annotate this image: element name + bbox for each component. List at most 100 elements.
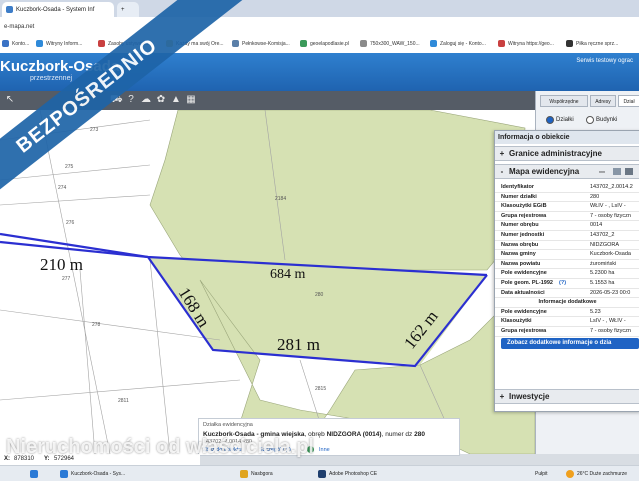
bookmark-icon	[300, 40, 307, 47]
folder-icon	[240, 469, 248, 478]
parcel-number-label: 278	[92, 322, 101, 328]
row-key: Identyfikator	[501, 184, 535, 190]
radio-unchecked-icon	[586, 116, 594, 124]
row-key: Pole geom. PL-1992	[501, 280, 553, 286]
row-value: WŁIV - , LsIV -	[590, 203, 626, 210]
dimension-label: 281 m	[277, 335, 320, 354]
bookmark-icon	[498, 40, 505, 47]
truck-icon[interactable]: ⛟	[110, 94, 123, 106]
row-value: 280	[590, 193, 600, 200]
plus-icon: +	[121, 6, 125, 13]
bookmark-item[interactable]: Pełnkowse-Komisja...	[232, 40, 290, 47]
row-key: Numer działki	[501, 193, 537, 200]
browser-tab-bar: Kuczbork-Osada - System Inf +	[0, 0, 639, 17]
info-row: Numer działki 280	[495, 193, 639, 203]
bookmarks-bar: Konto... Witryny Inform... Zasoby ustywa…	[0, 37, 639, 54]
bookmark-label: Zasoby ustywania...	[108, 40, 153, 47]
info-row: Data aktualności 2026-05-23 00:0	[495, 289, 639, 299]
info-row: Pole ewidencyjne 5.23	[495, 308, 639, 318]
row-value: NIDZGORA	[590, 241, 620, 248]
taskbar-item-label: Pułpit	[535, 470, 548, 477]
row-key: Nazwa powiatu	[501, 260, 541, 267]
info-row: Pole geom. PL-1992 5.1553 ha (?)	[495, 279, 639, 289]
app-subtitle: przestrzennej	[30, 75, 73, 82]
row-key: Numer obrębu	[501, 222, 539, 229]
weather-text: 26°C Duże zachmurze	[577, 470, 628, 477]
windows-taskbar: Kuczbork-Osada - Sys... Nasbgora Adobe P…	[0, 465, 639, 481]
section-granice[interactable]: + Granice administracyjne	[495, 146, 639, 161]
expand-icon: +	[499, 149, 505, 158]
cloud-icon[interactable]: ☁	[140, 94, 152, 106]
print-icon[interactable]	[625, 168, 633, 175]
warning-icon[interactable]: ▲	[170, 94, 182, 106]
desktop-button[interactable]: Pułpit	[535, 468, 548, 479]
bookmark-item[interactable]: 750x300_WAW_150...	[360, 40, 420, 47]
bookmark-item[interactable]: Zaloguj się - Konto...	[430, 40, 486, 47]
export-icon[interactable]	[613, 168, 621, 175]
bookmark-icon	[232, 40, 239, 47]
info-row: Grupa rejestrowa 7 - osoby fizyczn	[495, 212, 639, 222]
parcel-number-label: 274	[58, 185, 67, 191]
row-value: LsIV - , WŁIV -	[590, 318, 626, 325]
bookmark-item[interactable]: Każdy ma swój Ore...	[166, 40, 224, 47]
info-row: Klasoużytki LsIV - , WŁIV -	[495, 317, 639, 327]
expand-icon: +	[499, 392, 505, 401]
bookmark-icon	[166, 40, 173, 47]
radio-dzialki[interactable]: Działki	[546, 116, 574, 124]
pan-icon[interactable]: ↖	[4, 94, 16, 106]
parcel-number-label: 2184	[275, 196, 286, 202]
section-label: Inwestycje	[509, 392, 550, 401]
section-label: Mapa ewidencyjna	[509, 167, 580, 176]
taskbar-item[interactable]: Nasbgora	[240, 468, 273, 479]
info-row: Nazwa powiatu żuromiński	[495, 260, 639, 270]
row-value: 143702_2	[590, 232, 615, 238]
map-canvas[interactable]: 273 275 274 276 277 2184 280 278 2811 28…	[0, 110, 535, 454]
bookmark-item[interactable]: Konto...	[2, 40, 29, 47]
bookmark-label: 750x300_WAW_150...	[370, 40, 420, 47]
bookmark-item[interactable]: Witryny Inform...	[36, 40, 82, 47]
radio-label: Budynki	[596, 117, 618, 123]
map-svg: 273 275 274 276 277 2184 280 278 2811 28…	[0, 110, 535, 454]
watermark: Nieruchomości od właściciela.pl	[6, 436, 314, 458]
taskbar-item-label: Adobe Photoshop CE	[329, 470, 378, 477]
bookmark-icon	[360, 40, 367, 47]
bookmark-item[interactable]: Zasoby ustywania...	[98, 40, 152, 47]
photoshop-icon	[318, 469, 326, 478]
help-icon[interactable]: ?	[125, 94, 137, 106]
browser-tab-active[interactable]: Kuczbork-Osada - System Inf	[2, 2, 114, 17]
taskbar-item[interactable]: Kuczbork-Osada - Sys...	[60, 468, 125, 479]
section-mapa-ewidencyjna[interactable]: - Mapa ewidencyjna xxx	[495, 164, 639, 179]
more-info-button[interactable]: Zobacz dodatkowe informacje o dzia	[501, 338, 639, 349]
popup-text: , numer dz	[381, 431, 415, 438]
bookmark-label: Zaloguj się - Konto...	[440, 40, 486, 47]
bookmark-item[interactable]: Piłka ręczne sprz...	[566, 40, 618, 47]
parcel-number-label: 275	[65, 164, 74, 170]
obreb-name: NIDZGORA (0014)	[326, 431, 382, 438]
parcel-number-label: 2815	[315, 386, 326, 392]
settings-icon[interactable]: ✿	[155, 94, 167, 106]
tab-wspolrzedne[interactable]: Współrzędne	[540, 95, 588, 107]
taskbar-item[interactable]: Adobe Photoshop CE	[318, 468, 377, 479]
other-link[interactable]: Inne	[319, 447, 330, 453]
taskbar-app-edge-icon[interactable]	[30, 468, 41, 479]
address-bar[interactable]: e-mapa.net	[0, 17, 639, 38]
section-icon-text: xxx	[599, 169, 605, 174]
info-row: Nazwa gminy Kuczbork-Osada	[495, 250, 639, 260]
row-value: 5.1553 ha	[590, 280, 615, 286]
help-link-icon[interactable]: (?)	[559, 279, 566, 289]
bookmark-label: geoelapodlasie.pl	[310, 40, 349, 47]
bookmark-item[interactable]: geoelapodlasie.pl	[300, 40, 349, 47]
bookmark-item[interactable]: Witryna https://geo...	[498, 40, 554, 47]
radio-budynki[interactable]: Budynki	[586, 116, 617, 124]
radio-label: Działki	[556, 117, 574, 123]
weather-widget[interactable]: 26°C Duże zachmurze	[566, 468, 627, 479]
tab-adresy[interactable]: Adresy	[590, 95, 616, 107]
section-inwestycje[interactable]: + Inwestycje	[495, 389, 639, 404]
tab-dzialki[interactable]: Dział	[618, 95, 639, 107]
bookmark-label: Piłka ręczne sprz...	[576, 40, 619, 47]
new-tab-button[interactable]: +	[117, 2, 139, 17]
site-favicon-icon	[6, 6, 13, 13]
parcel-number-label: 273	[90, 127, 99, 133]
row-value: Kuczbork-Osada	[590, 251, 631, 258]
layers-grid-icon[interactable]: ▦	[185, 94, 197, 106]
